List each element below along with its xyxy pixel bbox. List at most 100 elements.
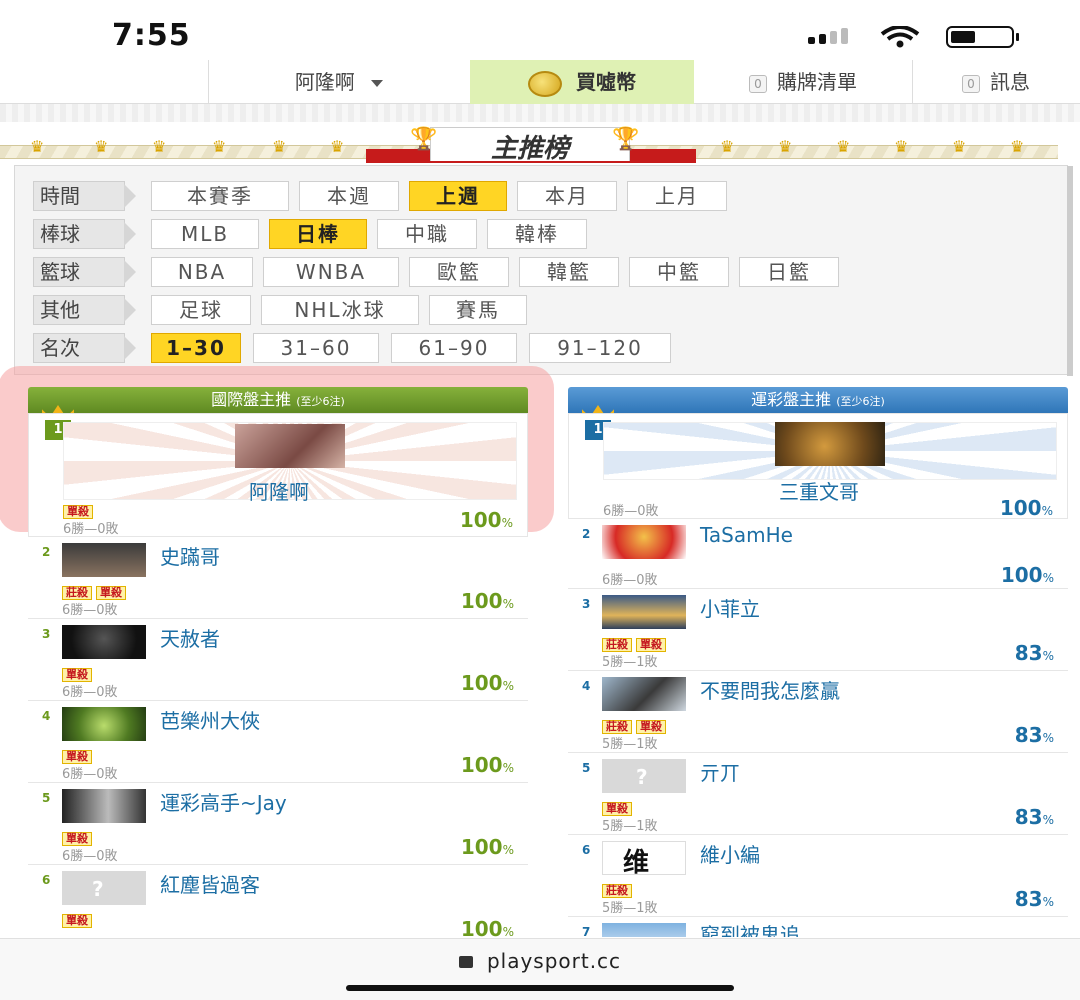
messages-button[interactable]: 0 訊息 xyxy=(912,60,1080,104)
win-loss-record: 6勝—0敗 xyxy=(63,522,119,537)
user-name[interactable]: 阿隆啊 xyxy=(29,476,529,505)
rank-number: 3 xyxy=(582,597,591,611)
win-percentage: 100% xyxy=(460,589,514,613)
cart-button[interactable]: 0 購牌清單 xyxy=(694,60,912,104)
top-ranked-card[interactable]: 1 三重文哥 6勝—0敗 100% xyxy=(568,413,1068,520)
filter-basketball-nba[interactable]: NBA xyxy=(151,257,253,287)
user-name[interactable]: 芭樂州大俠 xyxy=(160,705,260,734)
buy-coins-button[interactable]: 買噓幣 xyxy=(470,60,694,104)
avatar[interactable] xyxy=(602,923,686,937)
win-percentage: 100% xyxy=(459,508,513,532)
avatar[interactable] xyxy=(602,595,686,629)
avatar[interactable] xyxy=(775,422,885,466)
column-title: 國際盤主推 xyxy=(211,390,292,409)
ranking-row[interactable]: 2 史蹣哥 莊殺 單殺 6勝—0敗 100% xyxy=(28,537,528,619)
top-ranked-card[interactable]: 1 阿隆啊 單殺 6勝—0敗 100% xyxy=(28,413,528,537)
trophy-icon: ♛ xyxy=(836,137,851,156)
home-indicator[interactable] xyxy=(346,985,734,991)
default-avatar-icon[interactable]: ? xyxy=(62,871,146,905)
win-percentage: 83% xyxy=(1014,641,1054,665)
ranking-row[interactable]: 5 ? 亓丌 單殺 5勝—1敗 83% xyxy=(568,753,1068,835)
filter-time-last-month[interactable]: 上月 xyxy=(627,181,727,211)
filter-baseball-kbo[interactable]: 韓棒 xyxy=(487,219,587,249)
banner-title-text: 主推榜 xyxy=(490,134,569,164)
user-name[interactable]: 小菲立 xyxy=(700,593,760,622)
status-time: 7:55 xyxy=(112,18,191,53)
battery-icon xyxy=(946,26,1020,48)
ranking-row[interactable]: 2 TaSamHe 6勝—0敗 100% xyxy=(568,519,1068,589)
win-percentage: 83% xyxy=(1014,887,1054,911)
filter-other-nhl[interactable]: NHL冰球 xyxy=(261,295,419,325)
filter-baseball-cpbl[interactable]: 中職 xyxy=(377,219,477,249)
user-name[interactable]: 窮到被鬼追 xyxy=(700,919,800,937)
filter-rank-1-30[interactable]: 1–30 xyxy=(151,333,241,363)
tag-list: 單殺 xyxy=(62,909,96,928)
filter-time-this-month[interactable]: 本月 xyxy=(517,181,617,211)
user-name[interactable]: 不要問我怎麼贏 xyxy=(700,675,840,704)
filter-rank-61-90[interactable]: 61–90 xyxy=(391,333,517,363)
filter-label-basketball: 籃球 xyxy=(33,257,136,287)
filter-baseball-npb[interactable]: 日棒 xyxy=(269,219,367,249)
ranking-row[interactable]: 3 小菲立 莊殺 單殺 5勝—1敗 83% xyxy=(568,589,1068,671)
user-name[interactable]: 運彩高手~Jay xyxy=(160,787,287,816)
win-percentage: 100% xyxy=(460,753,514,777)
top-nav: 阿隆啊 買噓幣 0 購牌清單 0 訊息 xyxy=(0,60,1080,104)
tag-badge: 單殺 xyxy=(62,668,92,682)
win-loss-record: 5勝—1敗 xyxy=(602,737,658,752)
user-name[interactable]: 亓丌 xyxy=(700,757,740,786)
tag-list: 單殺 xyxy=(602,797,636,816)
avatar[interactable] xyxy=(62,543,146,577)
user-name[interactable]: 天赦者 xyxy=(160,623,220,652)
avatar[interactable] xyxy=(602,677,686,711)
avatar[interactable] xyxy=(62,789,146,823)
dropdown-caret-icon xyxy=(371,80,384,87)
cellular-signal-icon xyxy=(808,28,864,44)
ranking-row[interactable]: 4 芭樂州大俠 單殺 6勝—0敗 100% xyxy=(28,701,528,783)
filter-rank-91-120[interactable]: 91–120 xyxy=(529,333,671,363)
international-ranking-header: 國際盤主推 (至少6注) xyxy=(28,387,528,413)
rank-number: 6 xyxy=(582,843,591,857)
win-percentage: 100% xyxy=(1000,563,1054,587)
filter-time-season[interactable]: 本賽季 xyxy=(151,181,289,211)
rank-number: 6 xyxy=(42,873,51,887)
user-name[interactable]: 史蹣哥 xyxy=(160,541,220,570)
filter-time-last-week[interactable]: 上週 xyxy=(409,181,507,211)
user-name[interactable]: 紅塵皆過客 xyxy=(160,869,260,898)
url-bar[interactable]: playsport.cc xyxy=(0,949,1080,973)
win-percentage: 100% xyxy=(460,835,514,859)
ranking-row[interactable]: 3 天赦者 單殺 6勝—0敗 100% xyxy=(28,619,528,701)
filter-basketball-china[interactable]: 中籃 xyxy=(629,257,729,287)
filter-basketball-japan[interactable]: 日籃 xyxy=(739,257,839,287)
rank-number: 5 xyxy=(42,791,51,805)
filter-time-this-week[interactable]: 本週 xyxy=(299,181,399,211)
filter-other-horse[interactable]: 賽馬 xyxy=(429,295,527,325)
tag-badge: 莊殺 xyxy=(602,884,632,898)
ranking-row[interactable]: 4 不要問我怎麼贏 莊殺 單殺 5勝—1敗 83% xyxy=(568,671,1068,753)
avatar[interactable] xyxy=(235,424,345,468)
tag-list: 莊殺 單殺 xyxy=(602,715,670,734)
filter-panel: 時間 本賽季 本週 上週 本月 上月 棒球 MLB 日棒 中職 韓棒 籃球 NB… xyxy=(14,165,1073,376)
filter-basketball-korea[interactable]: 韓籃 xyxy=(519,257,619,287)
filter-rank-31-60[interactable]: 31–60 xyxy=(253,333,379,363)
win-percentage: 100% xyxy=(460,671,514,695)
filter-basketball-euro[interactable]: 歐籃 xyxy=(409,257,509,287)
column-subtitle: (至少6注) xyxy=(296,395,345,408)
avatar[interactable] xyxy=(602,525,686,559)
filter-other-soccer[interactable]: 足球 xyxy=(151,295,251,325)
filter-baseball-mlb[interactable]: MLB xyxy=(151,219,259,249)
win-loss-record: 6勝—0敗 xyxy=(62,767,118,782)
avatar[interactable] xyxy=(62,707,146,741)
filter-basketball-wnba[interactable]: WNBA xyxy=(263,257,399,287)
ranking-row[interactable]: 6 维 維小編 莊殺 5勝—1敗 83% xyxy=(568,835,1068,917)
avatar[interactable]: 维 xyxy=(602,841,686,878)
ranking-row[interactable]: 6 ? 紅塵皆過客 單殺 100% xyxy=(28,865,528,941)
ranking-row[interactable]: 7 窮到被鬼追 xyxy=(568,917,1068,937)
panel-edge xyxy=(1067,166,1073,376)
trophy-icon: ♛ xyxy=(152,137,167,156)
user-name[interactable]: 維小編 xyxy=(700,839,760,868)
ranking-row[interactable]: 5 運彩高手~Jay 單殺 6勝—0敗 100% xyxy=(28,783,528,865)
user-name[interactable]: TaSamHe xyxy=(700,523,793,547)
avatar[interactable] xyxy=(62,625,146,659)
default-avatar-icon[interactable]: ? xyxy=(602,759,686,793)
user-menu-button[interactable]: 阿隆啊 xyxy=(208,60,470,104)
